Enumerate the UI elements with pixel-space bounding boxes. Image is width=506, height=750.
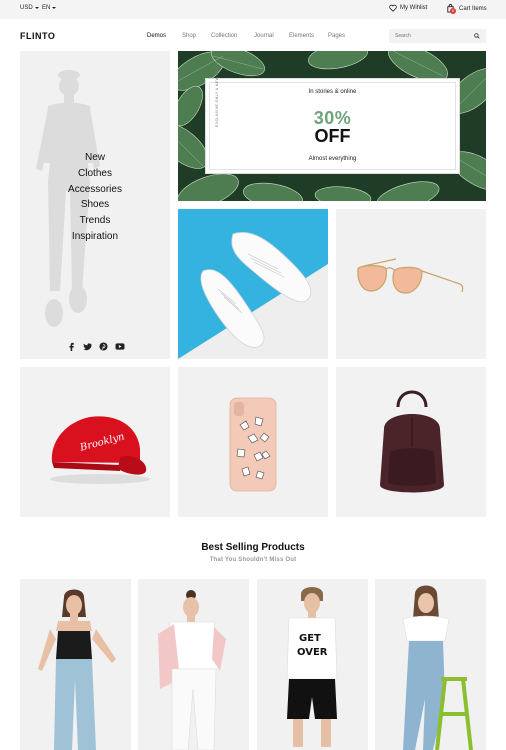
nav-item-elements[interactable]: Elements bbox=[289, 33, 314, 39]
svg-text:GET: GET bbox=[299, 633, 321, 644]
twitter-icon[interactable] bbox=[82, 338, 92, 351]
category-list: New Clothes Accessories Shoes Trends Ins… bbox=[20, 150, 170, 245]
sunglasses-tile[interactable] bbox=[336, 209, 486, 359]
svg-text:OVER: OVER bbox=[297, 647, 328, 658]
sunglasses-image bbox=[336, 209, 486, 359]
category-accessories[interactable]: Accessories bbox=[20, 182, 170, 198]
pinterest-icon[interactable] bbox=[98, 338, 108, 351]
product-card[interactable] bbox=[375, 579, 486, 750]
product-card[interactable]: GET OVER bbox=[257, 579, 368, 750]
red-cap-image: Brooklyn bbox=[20, 367, 170, 517]
nav-item-demos[interactable]: Demos bbox=[147, 33, 166, 39]
cart-label: Cart Items bbox=[459, 5, 487, 12]
youtube-icon[interactable] bbox=[115, 338, 124, 350]
category-shoes[interactable]: Shoes bbox=[20, 197, 170, 213]
product-model-image: GET OVER bbox=[257, 579, 368, 750]
nav-item-collection[interactable]: Collection bbox=[211, 33, 237, 39]
language-select[interactable]: EN bbox=[42, 5, 57, 11]
best-selling-title: Best Selling Products bbox=[201, 542, 305, 553]
promo-kicker: In stories & online bbox=[308, 89, 357, 95]
wishlist-link[interactable]: My Wihlist bbox=[389, 4, 427, 12]
chevron-down-icon bbox=[34, 7, 39, 9]
category-clothes[interactable]: Clothes bbox=[20, 166, 170, 182]
search-icon[interactable] bbox=[474, 33, 480, 39]
currency-value: USD bbox=[20, 5, 33, 11]
sneaker-image bbox=[178, 209, 328, 359]
promo-card: EXCLUSIVE ONLY & NEW ARRIVALS In stories… bbox=[205, 55, 460, 174]
category-menu-panel: New Clothes Accessories Shoes Trends Ins… bbox=[20, 51, 170, 359]
chevron-down-icon bbox=[52, 7, 57, 9]
category-new[interactable]: New bbox=[20, 150, 170, 166]
phone-case-tile[interactable] bbox=[178, 367, 328, 517]
cap-tile[interactable]: Brooklyn bbox=[20, 367, 170, 517]
nav-item-pages[interactable]: Pages bbox=[328, 33, 345, 39]
category-inspiration[interactable]: Inspiration bbox=[20, 229, 170, 245]
social-links bbox=[20, 338, 170, 351]
nav-item-journal[interactable]: Journal bbox=[254, 33, 274, 39]
facebook-icon[interactable] bbox=[67, 338, 76, 351]
product-model-image bbox=[375, 579, 486, 750]
logo[interactable]: FLINTO bbox=[20, 31, 55, 41]
language-value: EN bbox=[42, 5, 51, 11]
hero-banner[interactable]: EXCLUSIVE ONLY & NEW ARRIVALS In stories… bbox=[178, 51, 486, 201]
top-bar: USD EN My Wihlist 0 Cart Items bbox=[0, 0, 506, 19]
category-trends[interactable]: Trends bbox=[20, 213, 170, 229]
product-card[interactable] bbox=[138, 579, 249, 750]
phone-case-image bbox=[178, 367, 328, 517]
nav-item-shop[interactable]: Shop bbox=[182, 33, 196, 39]
cart-link[interactable]: 0 Cart Items bbox=[446, 4, 487, 14]
promo-footnote: Almost everything bbox=[308, 156, 357, 162]
product-model-image bbox=[20, 579, 131, 750]
currency-select[interactable]: USD bbox=[20, 5, 39, 11]
promo-off: OFF bbox=[314, 126, 351, 146]
backpack-tile[interactable] bbox=[336, 367, 486, 517]
sneakers-tile[interactable] bbox=[178, 209, 328, 359]
backpack-image bbox=[336, 367, 486, 517]
heart-icon bbox=[389, 4, 397, 12]
product-model-image bbox=[138, 579, 249, 750]
product-card[interactable] bbox=[20, 579, 131, 750]
wishlist-label: My Wihlist bbox=[400, 5, 428, 11]
best-selling-subtitle: That You Shouldn't Miss Out bbox=[209, 557, 297, 563]
search-input[interactable] bbox=[389, 29, 486, 43]
cart-count-badge: 0 bbox=[450, 8, 456, 14]
